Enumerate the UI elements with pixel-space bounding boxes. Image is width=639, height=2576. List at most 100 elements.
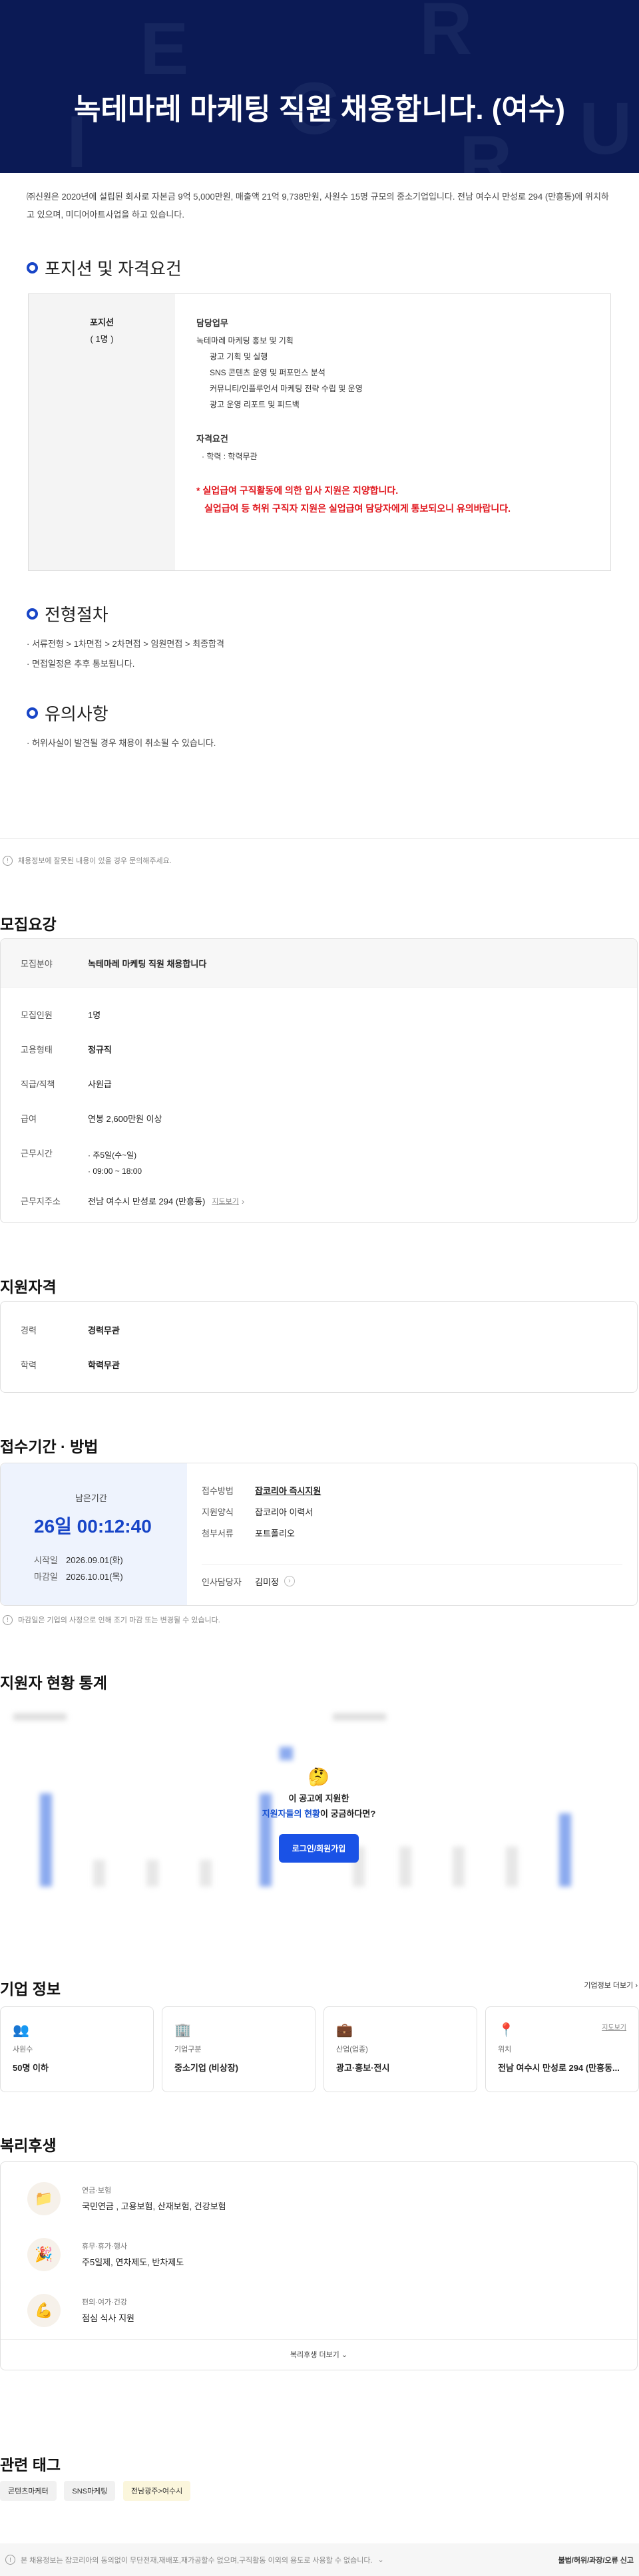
list-item: 서류전형 > 1차면접 > 2차면접 > 임원면접 > 최종합격: [31, 639, 224, 649]
hero-letter: R: [459, 121, 513, 173]
welfare-value: 점심 식사 지원: [82, 2313, 134, 2323]
card-value: 50명 이하: [13, 2063, 49, 2073]
recruit-row: 근무시간 · 주5일(수~일) · 09:00 ~ 18:00: [21, 1147, 617, 1195]
stats-panel: 🤔 이 공고에 지원한 지원자들의 현황이 궁금하다면? 로그인/회원가입: [0, 1700, 638, 1933]
qual-row: 경력 경력무관: [21, 1324, 617, 1359]
bullet-ring-icon: [27, 707, 38, 719]
map-link[interactable]: 지도보기: [212, 1195, 238, 1208]
building-icon: 🏢: [174, 2023, 191, 2038]
company-card: 💼 산업(업종) 광고·홍보·전시: [323, 2006, 477, 2092]
welfare-item: 📁 연금·보험 국민연금 , 고용보험, 산재보험, 건강보험: [27, 2182, 610, 2238]
welfare-item: 🎉 휴무·휴가·행사 주5일제, 연차제도, 반차제도: [27, 2238, 610, 2294]
section-title: 전형절차: [45, 605, 108, 625]
deadline-panel: 남은기간 26일 00:12:40 시작일 2026.09.01(화) 마감일 20…: [1, 1463, 187, 1605]
bullet-ring-icon: [27, 262, 38, 274]
apply-card: 남은기간 26일 00:12:40 시작일 2026.09.01(화) 마감일 20…: [0, 1463, 638, 1606]
report-link[interactable]: 불법/허위/과장/오류 신고: [558, 2555, 634, 2565]
company-card: 👥 사원수 50명 이하: [0, 2006, 154, 2092]
position-table: 포지션 ( 1명 ) 담당업무 녹테마레 마케팅 홍보 및 기획 광고 기획 및…: [28, 293, 611, 571]
caution-list: · 허위사실이 발견될 경우 채용이 취소될 수 있습니다.: [27, 738, 216, 748]
list-item: 허위사실이 발견될 경우 채용이 취소될 수 있습니다.: [31, 738, 216, 748]
briefcase-icon: 💼: [336, 2023, 353, 2038]
start-label: 시작일: [34, 1555, 58, 1565]
prompt-line: 이 공고에 지원한: [288, 1793, 349, 1803]
section-title: 포지션 및 자격요건: [45, 259, 182, 279]
notice-text[interactable]: 채용정보에 잘못된 내용이 있을 경우 문의해주세요.: [18, 855, 172, 866]
login-button[interactable]: 로그인/회원가입: [278, 1834, 359, 1863]
recruit-row: 급여 연봉 2,600만원 이상: [21, 1113, 617, 1147]
position-name: 포지션: [90, 317, 114, 327]
qualification-card: 경력 경력무관 학력 학력무관: [0, 1301, 638, 1393]
recruit-row: 모집인원 1명: [21, 1009, 617, 1043]
row-label: 근무지주소: [21, 1196, 61, 1206]
recruit-row: 직급/직책 사원급: [21, 1078, 617, 1113]
prompt-line: 이 궁금하다면?: [320, 1809, 376, 1819]
info-icon: !: [3, 855, 13, 866]
row-value[interactable]: 경력무관: [88, 1324, 120, 1359]
blur-bar: [146, 1860, 158, 1887]
info-icon[interactable]: ›: [284, 1576, 295, 1586]
muscle-icon: 💪: [27, 2294, 61, 2327]
map-link[interactable]: 지도보기: [602, 2022, 626, 2032]
row-label: 근무시간: [21, 1149, 53, 1159]
report-notice: ! 채용정보에 잘못된 내용이 있을 경우 문의해주세요.: [1, 855, 172, 866]
tag-chip[interactable]: 전남광주>여수시: [122, 2481, 191, 2501]
row-value: 잡코리아 이력서: [255, 1507, 314, 1517]
welfare-more-button[interactable]: 복리후생 더보기 ⌄: [1, 2339, 637, 2370]
section-title: 유의사항: [45, 704, 108, 724]
card-label: 기업구분: [174, 2046, 202, 2054]
welfare-card: 📁 연금·보험 국민연금 , 고용보험, 산재보험, 건강보험 🎉 휴무·휴가·행…: [0, 2161, 638, 2370]
position-detail: 담당업무 녹테마레 마케팅 홍보 및 기획 광고 기획 및 실행 SNS 콘텐츠…: [175, 294, 610, 570]
people-icon: 👥: [13, 2023, 29, 2038]
row-value[interactable]: 학력무관: [88, 1359, 120, 1372]
blur-bar: [200, 1860, 212, 1887]
remain-label: 남은기간: [75, 1493, 107, 1503]
tag-chip[interactable]: 콘텐츠마케터: [0, 2481, 57, 2501]
chevron-right-icon: ›: [241, 1196, 245, 1206]
recruit-card: 모집분야 녹테마레 마케팅 직원 채용합니다 모집인원 1명 고용형태 정규직 직급…: [0, 938, 638, 1223]
job-title: 녹테마레 마케팅 직원 채용합니다. (여수): [73, 93, 566, 126]
bullet-ring-icon: [27, 608, 38, 620]
hero-letter: R: [419, 0, 473, 70]
notice-text: 마감일은 기업의 사정으로 인해 조기 마감 또는 변경될 수 있습니다.: [18, 1616, 220, 1624]
qual-item: 학력 : 학력무관: [206, 452, 258, 461]
row-value: 녹테마레 마케팅 직원 채용합니다: [88, 959, 207, 969]
welfare-category: 편의·여가·건강: [82, 2299, 128, 2306]
recruit-row: 고용형태 정규직: [21, 1043, 617, 1078]
row-value[interactable]: 정규직: [88, 1043, 112, 1078]
row-value: 연봉 2,600만원 이상: [88, 1114, 162, 1124]
duties-main: 녹테마레 마케팅 홍보 및 기획: [196, 336, 294, 345]
prompt-highlight: 지원자들의 현황: [262, 1809, 320, 1819]
tag-chip[interactable]: SNS마케팅: [64, 2481, 116, 2501]
end-date: 2026.10.01(목): [66, 1572, 123, 1582]
stats-heading: 지원자 현황 통계: [0, 1674, 107, 1692]
card-label: 사원수: [13, 2046, 33, 2054]
chevron-down-icon: ⌄: [341, 2351, 348, 2359]
chevron-down-icon[interactable]: ⌄: [378, 2555, 384, 2564]
party-icon: 🎉: [27, 2238, 61, 2271]
deadline-notice: ! 마감일은 기업의 사정으로 인해 조기 마감 또는 변경될 수 있습니다.: [1, 1614, 220, 1625]
blur-bar: [93, 1860, 105, 1887]
company-card: 🏢 기업구분 중소기업 (비상장): [162, 2006, 316, 2092]
duty-item: SNS 콘텐츠 운영 및 퍼포먼스 분석: [210, 368, 325, 377]
apply-method-link[interactable]: 잡코리아 즉시지원: [255, 1485, 321, 1506]
countdown: 26일 00:12:40: [34, 1516, 152, 1537]
qual-row: 학력 학력무관: [21, 1359, 617, 1372]
list-item: 면접일정은 추후 통보됩니다.: [31, 659, 135, 669]
apply-heading: 접수기간 · 방법: [0, 1438, 99, 1455]
recruit-row: 근무지주소 전남 여수시 만성로 294 (만흥동) 지도보기 ›: [21, 1195, 617, 1208]
row-label: 학력: [21, 1360, 37, 1370]
process-list: · 서류전형 > 1차면접 > 2차면접 > 임원면접 > 최종합격 · 면접일…: [27, 639, 224, 669]
more-label: 기업정보 더보기: [584, 1982, 634, 1990]
row-label: 급여: [21, 1114, 37, 1124]
process-heading: 전형절차: [27, 602, 612, 626]
card-value: 전남 여수시 만성로 294 (만흥동...: [498, 2063, 620, 2073]
warning-text: * 실업급여 구직활동에 의한 입사 지원은 지양합니다.: [196, 485, 399, 496]
apply-method-panel: 접수방법 잡코리아 즉시지원 지원양식 잡코리아 이력서 첨부서류 포트폴리오 인사담…: [187, 1463, 637, 1605]
hero-banner: E R C U R I 녹테마레 마케팅 직원 채용합니다. (여수): [0, 0, 639, 173]
company-more-link[interactable]: 기업정보 더보기 ›: [584, 1980, 638, 1990]
info-icon: !: [3, 1614, 13, 1625]
end-label: 마감일: [34, 1572, 58, 1582]
hr-name: 김미정: [255, 1577, 279, 1587]
duty-item: 커뮤니티/인플루언서 마케팅 전략 수립 및 운영: [210, 384, 363, 393]
